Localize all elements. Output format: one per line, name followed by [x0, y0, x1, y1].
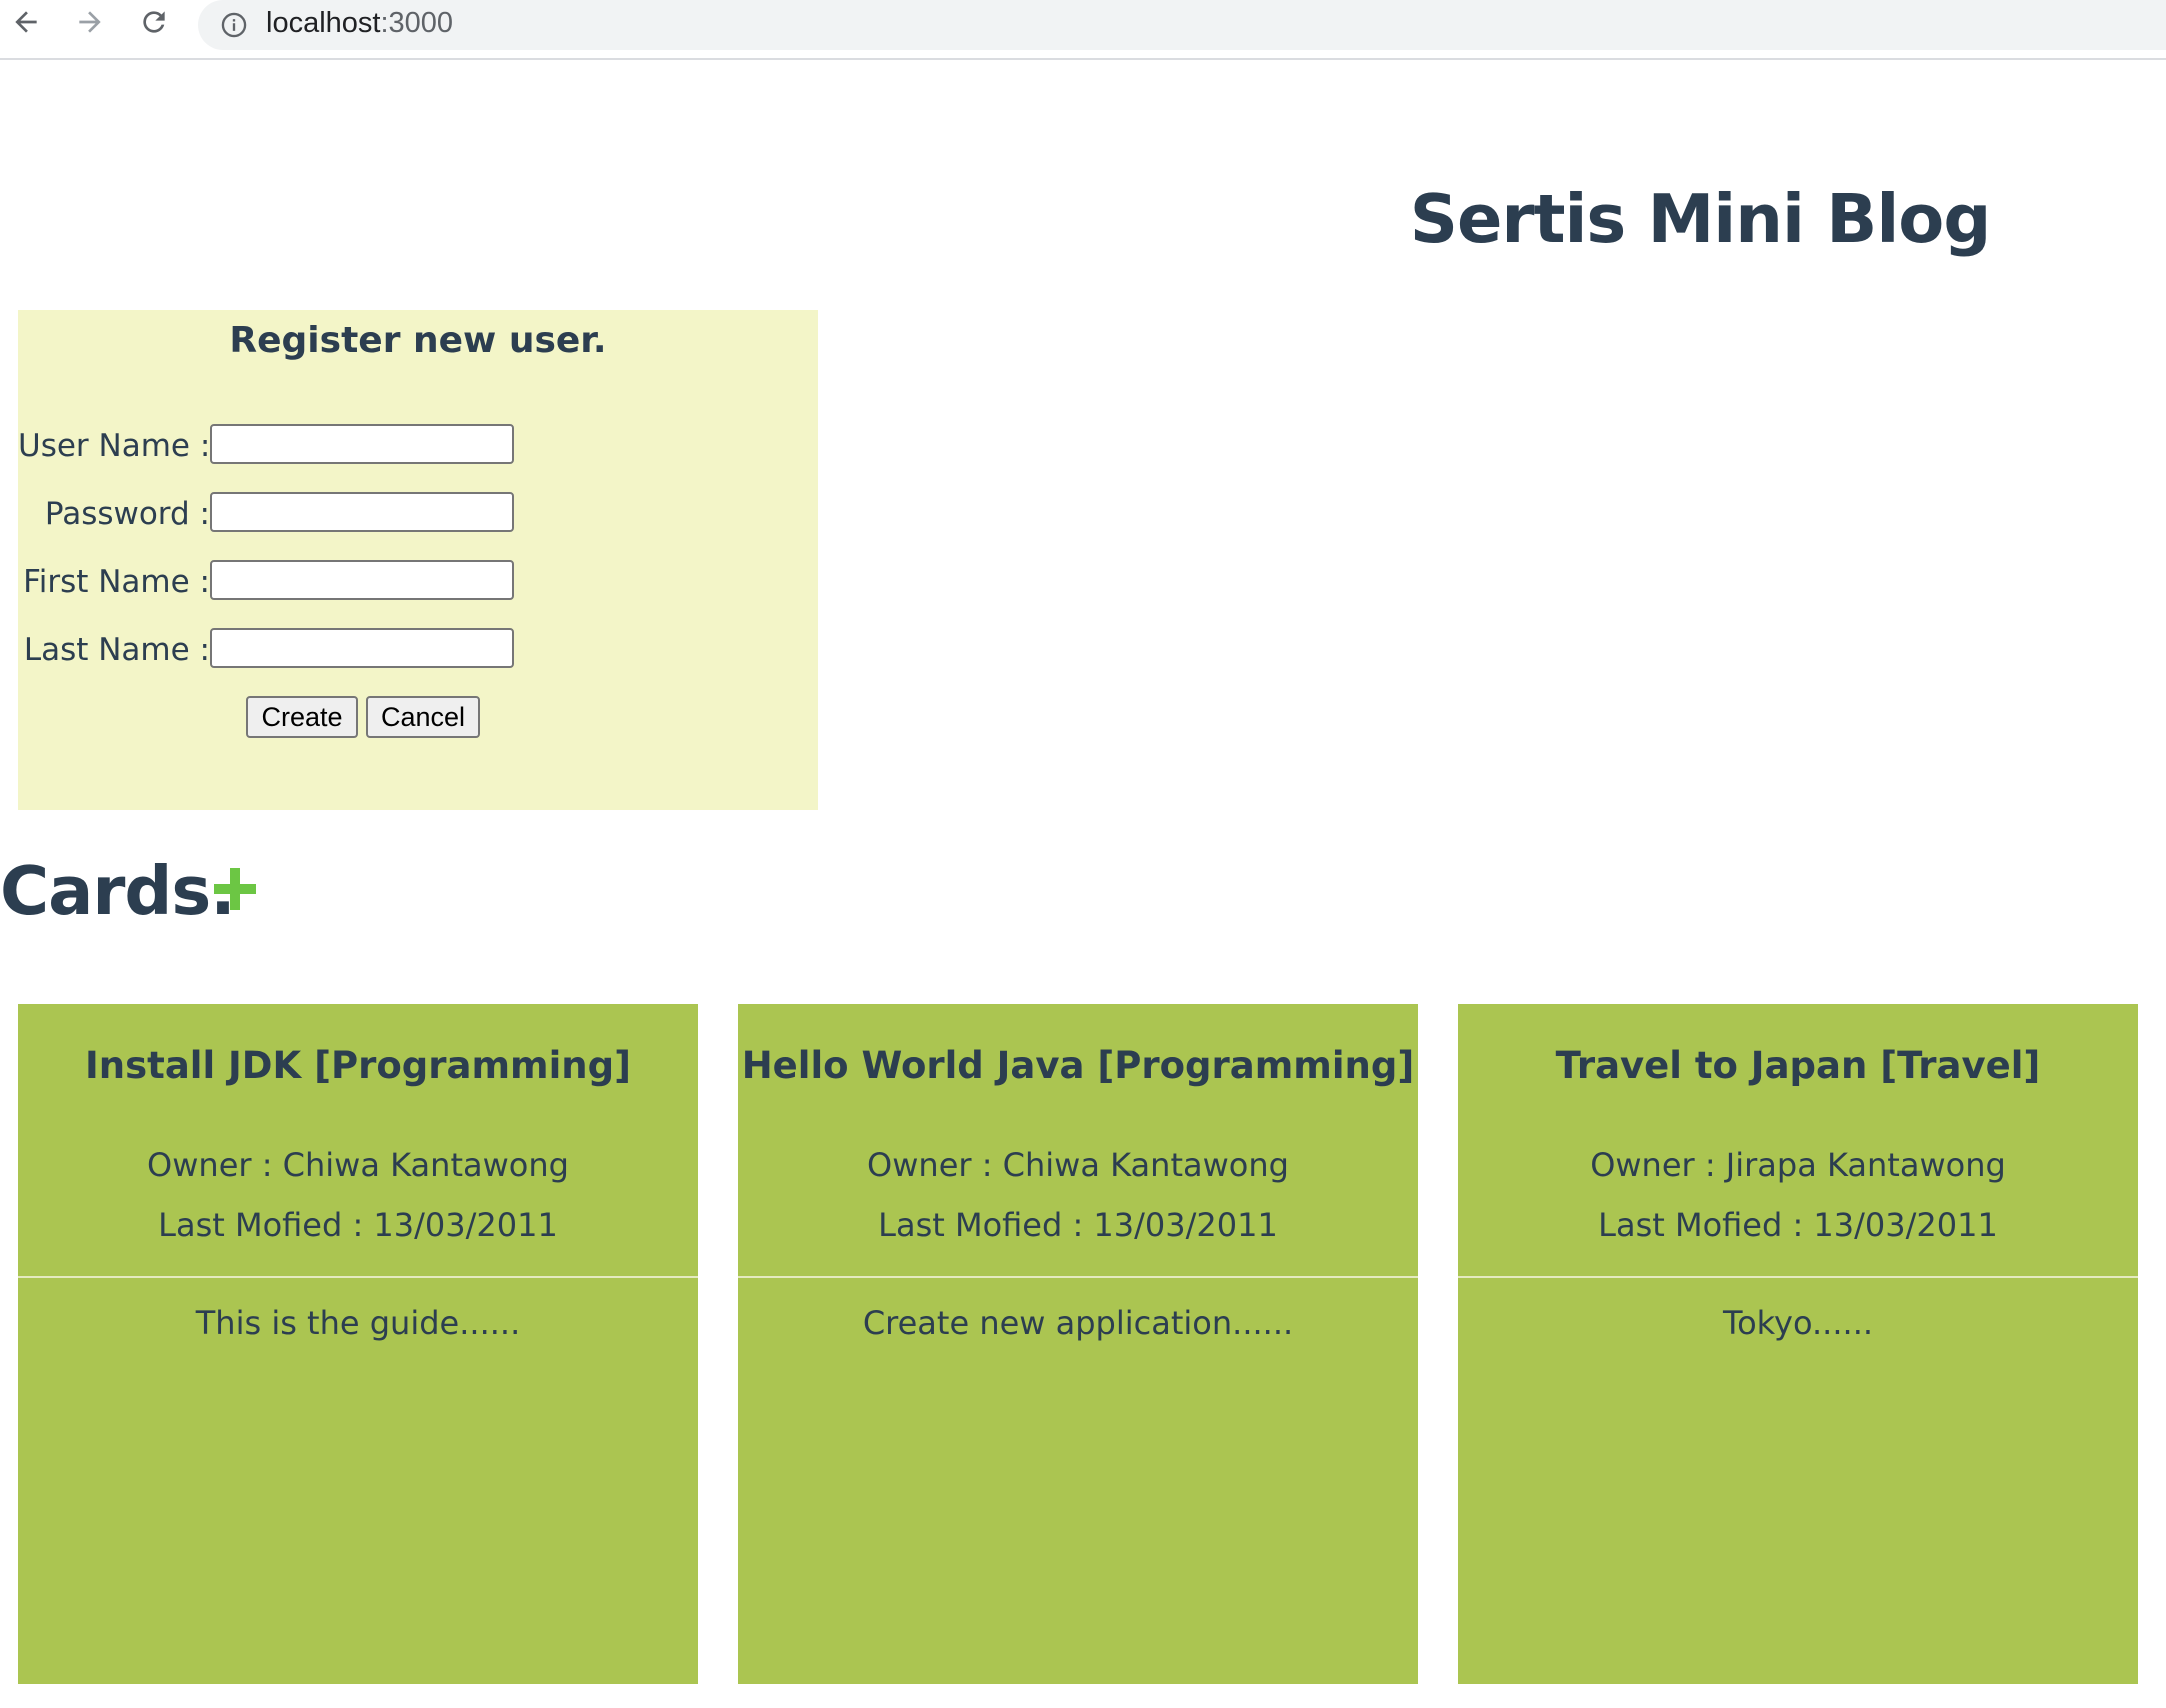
browser-toolbar: localhost:3000: [0, 0, 2166, 60]
card-owner: Owner : Chiwa Kantawong: [147, 1146, 569, 1184]
card-header: Travel to Japan [Travel] Owner : Jirapa …: [1458, 1004, 2138, 1278]
card-body: Create new application......: [862, 1304, 1294, 1342]
url-text: localhost:3000: [266, 7, 453, 40]
card[interactable]: Install JDK [Programming] Owner : Chiwa …: [18, 1004, 698, 1684]
card-last-modified: Last Mofied : 13/03/2011: [1598, 1206, 1998, 1244]
username-row: User Name :: [18, 424, 818, 468]
register-panel: Register new user. User Name : Password …: [18, 310, 818, 810]
card-header: Install JDK [Programming] Owner : Chiwa …: [18, 1004, 698, 1278]
card-title: Travel to Japan [Travel]: [1555, 1044, 2041, 1087]
username-input[interactable]: [210, 424, 514, 464]
cancel-button[interactable]: Cancel: [366, 696, 480, 738]
cards-heading: Cards.: [0, 852, 236, 930]
card-body: Tokyo......: [1722, 1304, 1874, 1342]
address-bar[interactable]: localhost:3000: [198, 0, 2166, 50]
forward-button[interactable]: [70, 2, 110, 42]
firstname-label: First Name :: [23, 564, 210, 600]
card-owner: Owner : Chiwa Kantawong: [867, 1146, 1289, 1184]
lastname-label: Last Name :: [23, 632, 210, 668]
card-header: Hello World Java [Programming] Owner : C…: [738, 1004, 1418, 1278]
plus-icon[interactable]: [212, 866, 258, 912]
card-title: Install JDK [Programming]: [85, 1044, 631, 1087]
arrow-right-icon: [79, 11, 101, 33]
firstname-row: First Name :: [18, 560, 818, 604]
url-port: :3000: [380, 7, 454, 39]
register-title: Register new user.: [229, 320, 607, 361]
back-button[interactable]: [6, 2, 46, 42]
password-label: Password :: [44, 496, 210, 532]
card-last-modified: Last Mofied : 13/03/2011: [158, 1206, 558, 1244]
reload-button[interactable]: [134, 2, 174, 42]
card[interactable]: Hello World Java [Programming] Owner : C…: [738, 1004, 1418, 1684]
password-row: Password :: [18, 492, 818, 536]
card[interactable]: Travel to Japan [Travel] Owner : Jirapa …: [1458, 1004, 2138, 1684]
arrow-left-icon: [15, 11, 37, 33]
username-label: User Name :: [18, 428, 211, 464]
firstname-input[interactable]: [210, 560, 514, 600]
password-input[interactable]: [210, 492, 514, 532]
url-host: localhost: [266, 7, 381, 39]
card-owner: Owner : Jirapa Kantawong: [1590, 1146, 2006, 1184]
page-title: Sertis Mini Blog: [1409, 180, 1992, 258]
lastname-input[interactable]: [210, 628, 514, 668]
create-button[interactable]: Create: [246, 696, 358, 738]
card-title: Hello World Java [Programming]: [741, 1044, 1415, 1087]
info-icon[interactable]: [220, 11, 248, 39]
reload-icon: [143, 11, 165, 33]
card-body: This is the guide......: [195, 1304, 521, 1342]
lastname-row: Last Name :: [18, 628, 818, 672]
card-last-modified: Last Mofied : 13/03/2011: [878, 1206, 1278, 1244]
